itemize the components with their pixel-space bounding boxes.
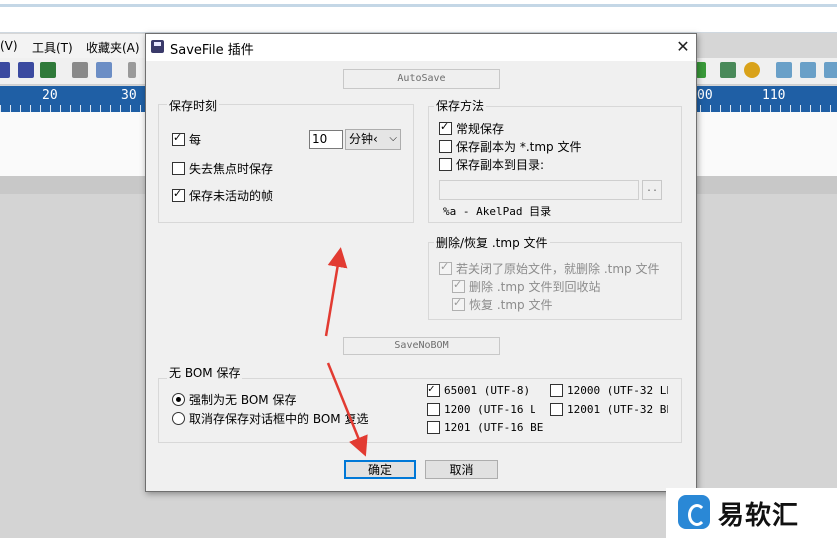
brand-logo-icon <box>678 495 710 529</box>
watermark: 易软汇 <box>666 488 837 538</box>
arrow-up <box>324 247 348 337</box>
watermark-text: 易软汇 <box>718 501 800 531</box>
annotation-arrows <box>324 247 368 457</box>
arrow-down <box>326 362 368 457</box>
